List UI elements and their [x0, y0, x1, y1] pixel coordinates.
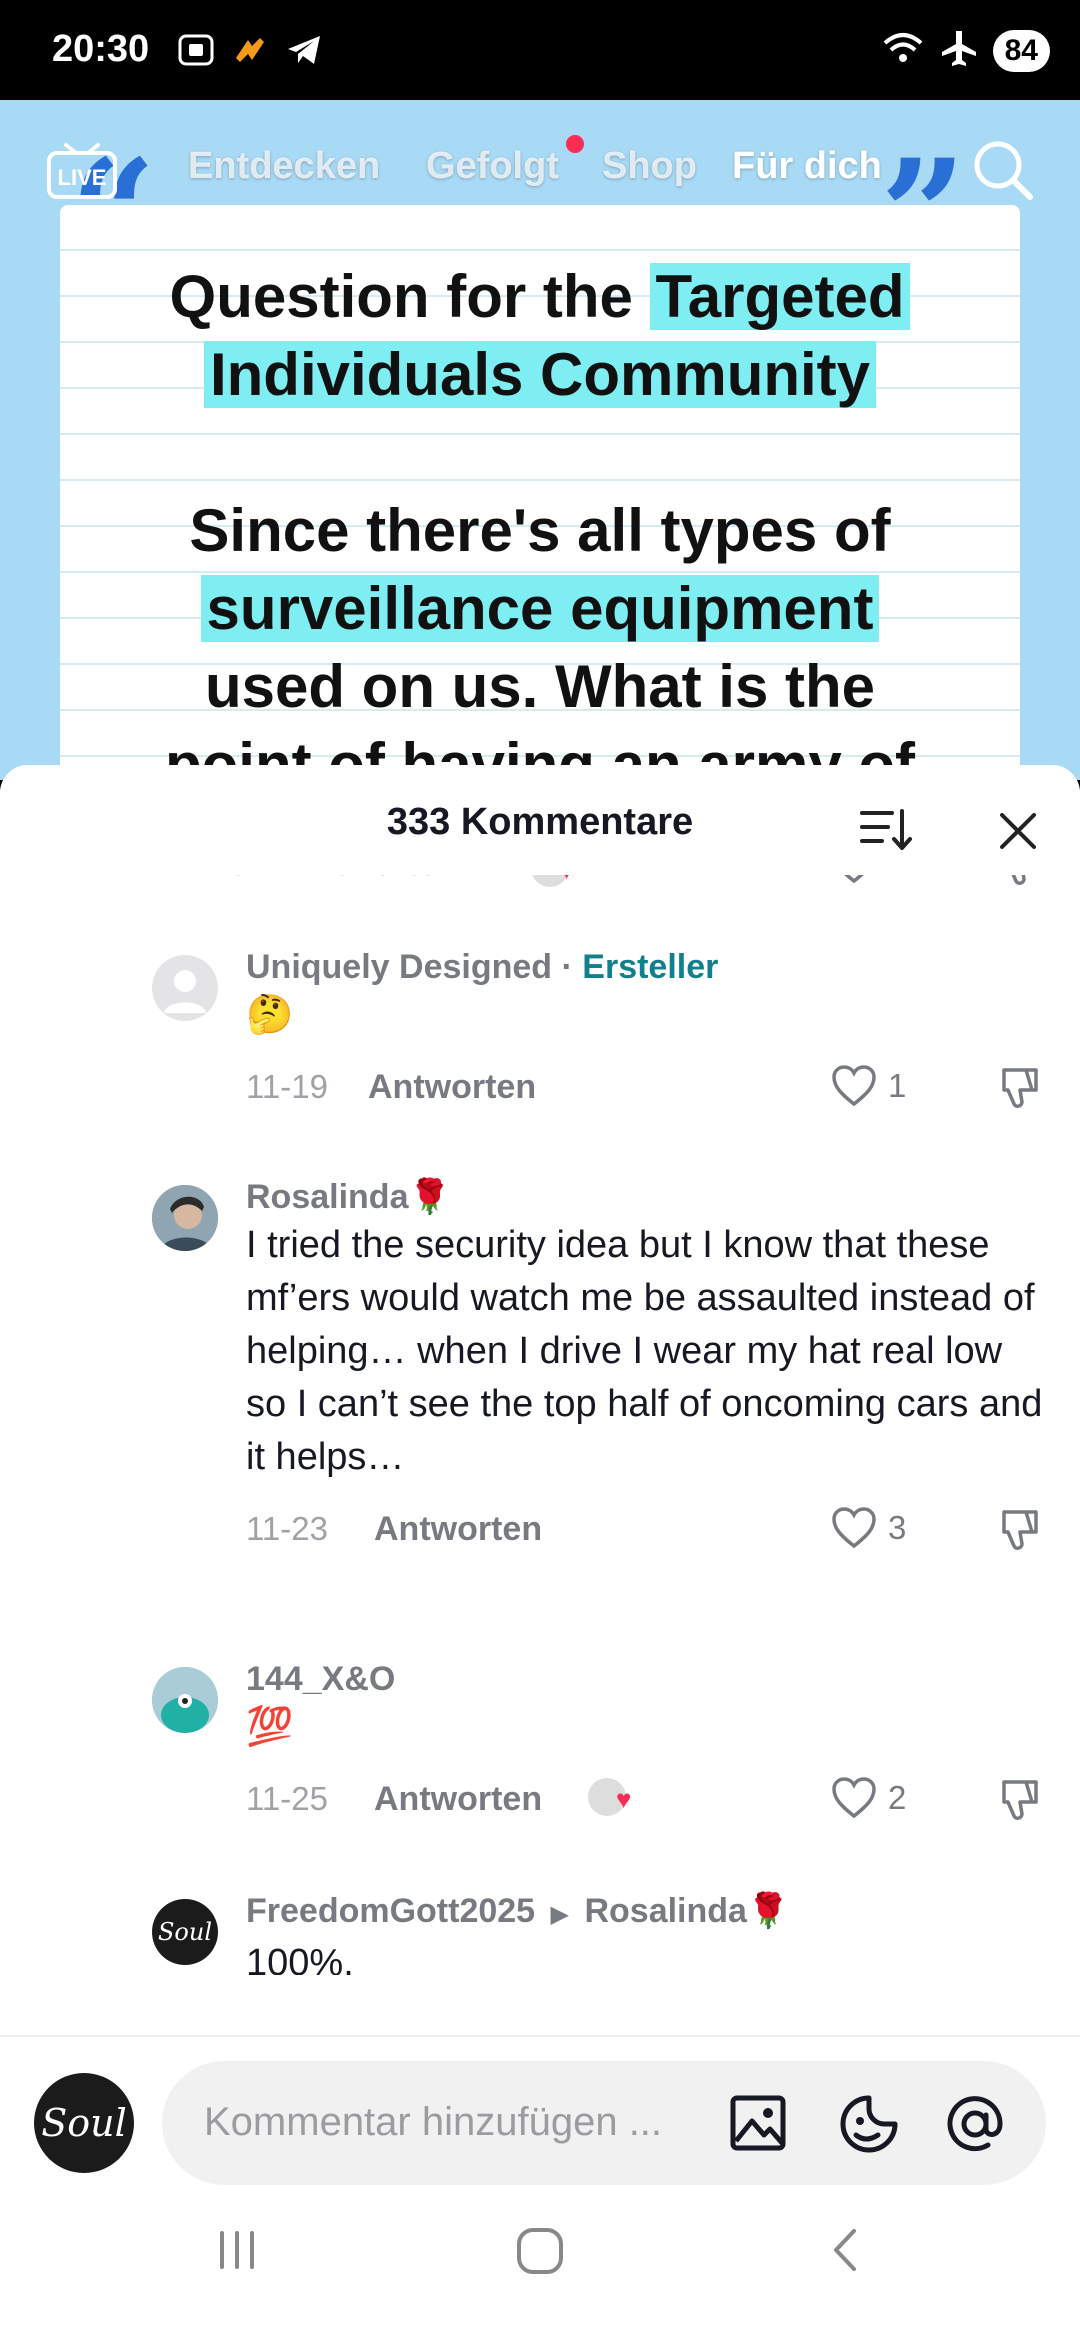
- image-icon[interactable]: [728, 2093, 788, 2158]
- app-icon: [230, 30, 270, 75]
- comment-date: 11-23: [246, 1510, 328, 1547]
- comment-input-bar: Soul: [0, 2035, 1080, 2187]
- reply-button[interactable]: Antworten: [374, 1510, 542, 1549]
- search-icon[interactable]: [968, 135, 1038, 210]
- comment-input-pill[interactable]: [162, 2061, 1046, 2185]
- reply-button[interactable]: Antworten: [368, 1068, 536, 1107]
- like-count: 1: [888, 1067, 907, 1104]
- dislike-icon[interactable]: [994, 1776, 1042, 1829]
- dislike-icon[interactable]: [994, 1064, 1042, 1117]
- creator-heart-icon: ♥: [616, 1784, 632, 1814]
- active-tab-indicator: [776, 215, 848, 221]
- home-icon[interactable]: [514, 2225, 566, 2282]
- sticker-icon[interactable]: [838, 2093, 900, 2160]
- avatar[interactable]: [152, 1185, 218, 1251]
- post-line-2: Individuals Community: [60, 336, 1020, 414]
- tab-entdecken[interactable]: Entdecken: [188, 145, 380, 188]
- post-line-4: surveillance equipment: [60, 570, 1020, 648]
- comment-text: 🤔: [246, 994, 294, 1036]
- comment-username[interactable]: FreedomGott2025 ▶ Rosalinda🌹: [246, 1889, 1046, 1937]
- telegram-icon: [284, 30, 324, 75]
- comment-text: 💯: [246, 1706, 294, 1748]
- notification-dot: [566, 135, 584, 153]
- post-line-3: Since there's all types of: [189, 497, 891, 564]
- airplane-icon: [939, 28, 979, 73]
- comment-username[interactable]: Uniquely Designed · Ersteller: [246, 945, 1046, 989]
- heart-outline-icon: [832, 1065, 876, 1107]
- status-bar: 20:30 84: [0, 0, 1080, 100]
- live-label: LIVE: [58, 165, 107, 190]
- like-button[interactable]: 3: [830, 1506, 906, 1550]
- tab-shop[interactable]: Shop: [602, 145, 697, 188]
- comment-date: 11-25: [246, 1780, 328, 1817]
- comment-username[interactable]: Rosalinda🌹: [246, 1175, 1046, 1219]
- like-button[interactable]: 2: [830, 1776, 906, 1820]
- comment-date: 11-19: [246, 1068, 328, 1105]
- top-navigation: LIVE Entdecken Gefolgt Shop Für dich: [0, 135, 1080, 221]
- post-line-1: Question for the Targeted: [60, 258, 1020, 336]
- my-avatar[interactable]: Soul: [34, 2073, 134, 2173]
- sort-icon[interactable]: [858, 805, 914, 860]
- like-count: 3: [888, 1509, 907, 1546]
- system-navigation-bar: [0, 2185, 1080, 2340]
- comment-text: 100%.: [246, 1942, 354, 1975]
- post-line-5: used on us. What is the: [204, 653, 876, 720]
- battery-indicator: 84: [992, 29, 1050, 72]
- comment-list[interactable]: 11-19 Antworten ♥ 1 3: [0, 845, 1080, 1975]
- heart-outline-icon: [832, 1777, 876, 1819]
- comments-header: 333 Kommentare: [0, 765, 1080, 875]
- live-icon[interactable]: LIVE: [46, 139, 118, 206]
- avatar[interactable]: [152, 1667, 218, 1733]
- close-icon[interactable]: [996, 809, 1040, 858]
- heart-outline-icon: [832, 1507, 876, 1549]
- screenshot-icon: [176, 30, 216, 75]
- avatar[interactable]: Soul: [152, 1899, 218, 1965]
- wifi-icon: [881, 29, 925, 72]
- recent-apps-icon[interactable]: [212, 2225, 262, 2280]
- comment-text: I tried the security idea but I know tha…: [246, 1224, 1043, 1478]
- back-icon[interactable]: [822, 2225, 872, 2280]
- reply-button[interactable]: Antworten: [374, 1780, 542, 1819]
- mention-icon[interactable]: [944, 2093, 1006, 2160]
- avatar[interactable]: [152, 955, 218, 1021]
- like-count: 2: [888, 1779, 907, 1816]
- comments-count-title: 333 Kommentare: [386, 801, 694, 843]
- comment-username[interactable]: 144_X&O: [246, 1657, 1046, 1701]
- comment-input[interactable]: [202, 2099, 706, 2146]
- like-button[interactable]: 1: [830, 1064, 906, 1108]
- reply-arrow-icon: ▶: [550, 1901, 570, 1928]
- tab-gefolgt[interactable]: Gefolgt: [426, 145, 559, 188]
- tab-fuer-dich[interactable]: Für dich: [732, 145, 882, 188]
- status-time: 20:30: [52, 28, 150, 70]
- dislike-icon[interactable]: [994, 1506, 1042, 1559]
- creator-badge: Ersteller: [582, 948, 719, 986]
- reply-to-username: Rosalinda🌹: [584, 1892, 790, 1930]
